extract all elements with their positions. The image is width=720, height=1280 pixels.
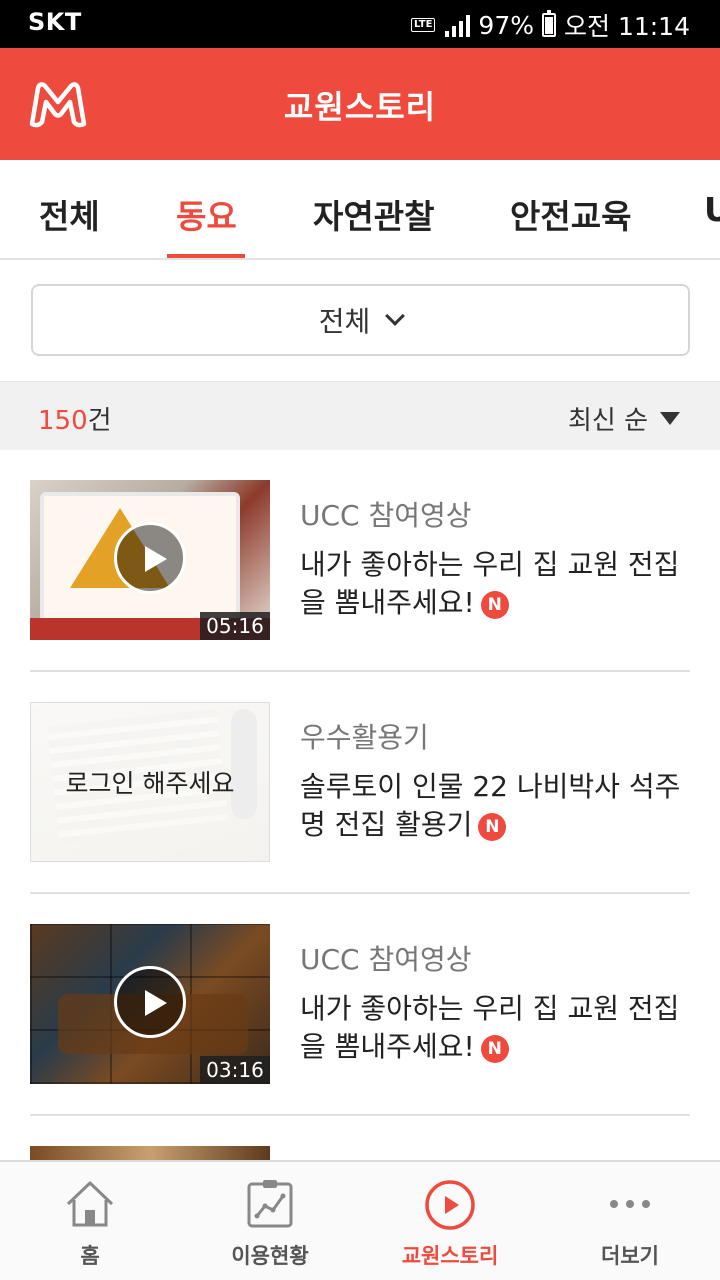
sort-dropdown[interactable]: 최신 순 <box>568 400 680 437</box>
nav-more[interactable]: 더보기 <box>540 1162 720 1280</box>
results-bar: 150건 최신 순 <box>0 381 720 450</box>
carrier-name: SKT <box>28 8 82 36</box>
tab-safety-education[interactable]: 안전교육 <box>510 190 631 238</box>
lte-icon: LTE <box>411 18 436 32</box>
item-category: UCC 참여영상 <box>300 499 472 532</box>
nav-home-label: 홈 <box>80 1244 100 1268</box>
status-icons: LTE 97% 오전 11:14 <box>411 7 690 43</box>
tab-nature-observation[interactable]: 자연관찰 <box>313 190 434 238</box>
tab-partial[interactable]: U <box>704 190 720 229</box>
item-meta: UCC 참여영상 내가 좋아하는 우리 집 교원 전집을 뽐내주세요! N <box>300 938 690 1066</box>
home-icon <box>66 1181 114 1227</box>
result-count-unit: 건 <box>87 406 112 436</box>
video-duration: 03:16 <box>200 1056 270 1084</box>
page-title: 교원스토리 <box>283 88 437 126</box>
item-meta: UCC 참여영상 내가 좋아하는 우리 집 교원 전집을 뽐내주세요! N <box>300 494 690 622</box>
video-thumbnail[interactable]: 05:16 <box>30 480 270 640</box>
category-tabs: 전체 동요 자연관찰 안전교육 U <box>0 160 720 260</box>
image-thumbnail[interactable]: 로그인 해주세요 <box>30 702 270 862</box>
login-required-overlay: 로그인 해주세요 <box>31 703 269 861</box>
new-badge: N <box>478 813 507 841</box>
chart-icon <box>247 1180 293 1228</box>
triangle-down-icon <box>660 412 680 425</box>
status-bar: SKT LTE 97% 오전 11:14 <box>0 0 720 48</box>
play-icon[interactable] <box>114 966 186 1038</box>
item-title[interactable]: 내가 좋아하는 우리 집 교원 전집을 뽐내주세요! N <box>300 546 690 622</box>
bottom-nav: 홈 이용현황 교원스토리 더보기 <box>0 1160 720 1280</box>
filter-selected-value: 전체 <box>318 305 371 338</box>
result-count-number: 150 <box>38 406 88 436</box>
list-item[interactable]: 05:16 UCC 참여영상 내가 좋아하는 우리 집 교원 전집을 뽐내주세요… <box>30 450 690 672</box>
item-meta: 우수활용기 솔루토이 인물 22 나비박사 석주명 전집 활용기 N <box>300 716 690 844</box>
more-dots-icon <box>610 1200 650 1208</box>
chevron-down-icon <box>385 306 406 326</box>
tab-nursery-rhymes[interactable]: 동요 <box>176 190 237 238</box>
play-icon[interactable] <box>114 522 186 594</box>
filter-dropdown[interactable]: 전체 <box>31 284 690 356</box>
list-item[interactable]: 로그인 해주세요 우수활용기 솔루토이 인물 22 나비박사 석주명 전집 활용… <box>30 672 690 894</box>
item-category: 우수활용기 <box>300 721 429 754</box>
nav-kyowon-story[interactable]: 교원스토리 <box>360 1162 540 1280</box>
result-count: 150건 <box>38 400 112 437</box>
tab-all[interactable]: 전체 <box>39 190 100 238</box>
battery-icon <box>542 10 556 37</box>
item-title[interactable]: 내가 좋아하는 우리 집 교원 전집을 뽐내주세요! N <box>300 990 690 1066</box>
nav-kyowon-story-label: 교원스토리 <box>401 1244 499 1268</box>
play-circle-icon <box>425 1180 475 1230</box>
item-title[interactable]: 솔루토이 인물 22 나비박사 석주명 전집 활용기 N <box>300 768 690 844</box>
item-category: UCC 참여영상 <box>300 943 472 976</box>
signal-icon <box>445 13 471 37</box>
clock: 오전 11:14 <box>564 12 690 41</box>
list-item[interactable]: 03:16 UCC 참여영상 내가 좋아하는 우리 집 교원 전집을 뽐내주세요… <box>30 894 690 1116</box>
new-badge: N <box>480 1035 509 1063</box>
battery-percent: 97% <box>478 10 534 40</box>
video-duration: 05:16 <box>200 612 270 640</box>
nav-usage-label: 이용현황 <box>231 1244 309 1268</box>
app-header: 교원스토리 <box>0 48 720 160</box>
nav-home[interactable]: 홈 <box>0 1162 180 1280</box>
nav-more-label: 더보기 <box>601 1244 659 1268</box>
sort-label: 최신 순 <box>567 406 648 436</box>
nav-usage[interactable]: 이용현황 <box>180 1162 360 1280</box>
new-badge: N <box>480 591 509 619</box>
active-tab-indicator <box>167 254 245 258</box>
video-thumbnail[interactable]: 03:16 <box>30 924 270 1084</box>
